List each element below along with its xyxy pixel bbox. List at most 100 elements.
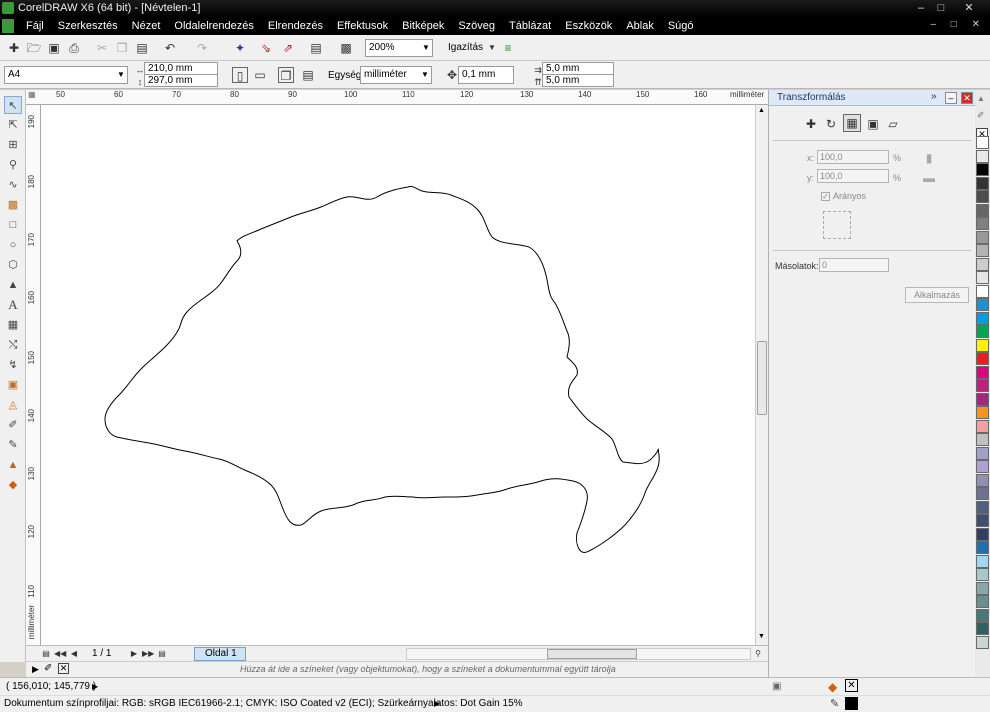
- print-icon[interactable]: ⎙: [66, 40, 82, 56]
- snap-to-label[interactable]: Igazítás: [448, 42, 483, 53]
- copies-input[interactable]: 0: [819, 258, 889, 272]
- palette-swatch[interactable]: [976, 365, 989, 379]
- interactive-fill-tool-icon[interactable]: ◆: [4, 476, 22, 494]
- ellipse-tool-icon[interactable]: ○: [4, 236, 22, 254]
- eyedropper-icon[interactable]: ✐: [44, 663, 52, 674]
- portrait-icon[interactable]: ▯: [232, 67, 248, 83]
- mirror-horizontal-icon[interactable]: ▮: [921, 150, 937, 166]
- palette-swatch[interactable]: [976, 217, 989, 230]
- menu-view[interactable]: Nézet: [132, 20, 161, 32]
- scroll-down-icon[interactable]: ▼: [758, 633, 765, 640]
- palette-swatch[interactable]: [976, 473, 989, 487]
- navigator-icon[interactable]: ⚲: [752, 647, 764, 660]
- palette-swatch[interactable]: [976, 325, 989, 338]
- paste-icon[interactable]: ▤: [134, 40, 150, 56]
- palette-swatch[interactable]: [976, 527, 989, 541]
- fill-tool-icon[interactable]: ▲: [4, 456, 22, 474]
- duplicate-y-input[interactable]: 5,0 mm: [542, 74, 614, 87]
- palette-swatch[interactable]: [976, 311, 989, 325]
- palette-swatch[interactable]: [976, 352, 989, 365]
- drawing-canvas[interactable]: [41, 105, 755, 645]
- anchor-grid[interactable]: [823, 211, 851, 239]
- freehand-tool-icon[interactable]: ∿: [4, 176, 22, 194]
- dimension-tool-icon[interactable]: ⤭: [4, 336, 22, 354]
- outline-color-swatch[interactable]: [845, 697, 858, 710]
- import-icon[interactable]: ⇘: [258, 40, 274, 56]
- palette-swatch[interactable]: [976, 635, 989, 649]
- palette-swatch[interactable]: [976, 338, 989, 352]
- palette-swatch[interactable]: [976, 379, 989, 392]
- maximize-icon[interactable]: □: [932, 1, 950, 15]
- palette-swatch[interactable]: [976, 284, 989, 298]
- document-icon[interactable]: [2, 19, 14, 33]
- menu-window[interactable]: Ablak: [626, 20, 654, 32]
- open-icon[interactable]: 🗁: [26, 40, 42, 56]
- palette-swatch[interactable]: [976, 257, 989, 271]
- menu-edit[interactable]: Szerkesztés: [58, 20, 118, 32]
- palette-swatch[interactable]: [976, 419, 989, 433]
- palette-swatch[interactable]: [976, 230, 989, 244]
- palette-swatch[interactable]: [976, 203, 989, 217]
- chevron-down-icon[interactable]: ▼: [484, 40, 500, 56]
- scale-mirror-icon[interactable]: ▦: [843, 114, 861, 132]
- palette-swatch[interactable]: [976, 271, 989, 284]
- palette-swatch[interactable]: [976, 460, 989, 473]
- color-proof-icon[interactable]: ▣: [772, 681, 781, 692]
- table-tool-icon[interactable]: ▦: [4, 316, 22, 334]
- last-page-icon[interactable]: ▶▶: [142, 647, 154, 660]
- menu-layout[interactable]: Oldalelrendezés: [174, 20, 254, 32]
- export-icon[interactable]: ⇗: [280, 40, 296, 56]
- add-page-after-icon[interactable]: ▤: [156, 647, 168, 660]
- no-fill-indicator[interactable]: ✕: [845, 679, 858, 692]
- menu-arrange[interactable]: Elrendezés: [268, 20, 323, 32]
- palette-swatch[interactable]: [976, 487, 989, 500]
- apply-button[interactable]: Alkalmazás: [905, 287, 969, 303]
- menu-file[interactable]: Fájl: [26, 20, 44, 32]
- menu-table[interactable]: Táblázat: [509, 20, 551, 32]
- zoom-tool-icon[interactable]: ⚲: [4, 156, 22, 174]
- palette-swatch[interactable]: [976, 622, 989, 635]
- eyedropper-tool-icon[interactable]: ✐: [4, 416, 22, 434]
- palette-swatch[interactable]: [976, 500, 989, 514]
- color-profile-text[interactable]: Dokumentum színprofiljai: RGB: sRGB IEC6…: [4, 698, 523, 709]
- double-chevron-icon[interactable]: »: [931, 91, 937, 102]
- profile-menu-icon[interactable]: ▶: [434, 699, 440, 708]
- first-page-icon[interactable]: ◀◀: [54, 647, 66, 660]
- palette-swatch[interactable]: [976, 136, 989, 149]
- redo-icon[interactable]: ↷: [194, 40, 210, 56]
- mirror-vertical-icon[interactable]: ▬: [921, 170, 937, 186]
- close-icon[interactable]: ✕: [960, 1, 978, 15]
- new-icon[interactable]: ✚: [6, 40, 22, 56]
- size-icon[interactable]: ▣: [865, 116, 881, 132]
- palette-scroll-up-icon[interactable]: ▲: [977, 94, 985, 103]
- no-color-icon[interactable]: ✕: [58, 663, 69, 674]
- palette-swatch[interactable]: [976, 392, 989, 406]
- palette-swatch[interactable]: [976, 406, 989, 419]
- palette-swatch[interactable]: [976, 554, 989, 568]
- menu-tools[interactable]: Eszközök: [565, 20, 612, 32]
- scroll-up-icon[interactable]: ▲: [758, 107, 765, 114]
- smart-fill-tool-icon[interactable]: ▩: [4, 196, 22, 214]
- document-palette-bar[interactable]: ▶ ✐ ✕ Húzza át ide a színeket (vagy obje…: [26, 661, 768, 677]
- copy-icon[interactable]: ❐: [114, 40, 130, 56]
- palette-swatch[interactable]: [976, 190, 989, 203]
- proportional-checkbox[interactable]: ✓: [821, 192, 830, 201]
- zoom-level-select[interactable]: 200% ▼: [365, 39, 433, 57]
- palette-swatch[interactable]: [976, 446, 989, 460]
- minimize-icon[interactable]: –: [912, 1, 930, 15]
- map-outline-drawing[interactable]: [41, 105, 755, 645]
- menu-help[interactable]: Súgó: [668, 20, 694, 32]
- palette-swatch[interactable]: [976, 244, 989, 257]
- palette-swatch[interactable]: [976, 568, 989, 581]
- options-icon[interactable]: ≡: [500, 40, 516, 56]
- menu-effects[interactable]: Effektusok: [337, 20, 388, 32]
- next-page-icon[interactable]: ▶: [128, 647, 140, 660]
- text-tool-icon[interactable]: A: [4, 296, 22, 314]
- pick-tool-icon[interactable]: ↖: [4, 96, 22, 114]
- palette-swatch[interactable]: [976, 149, 989, 163]
- ruler-origin-icon[interactable]: ▦: [28, 90, 36, 99]
- menu-bitmaps[interactable]: Bitképek: [402, 20, 444, 32]
- skew-icon[interactable]: ▱: [885, 116, 901, 132]
- rectangle-tool-icon[interactable]: □: [4, 216, 22, 234]
- scale-y-input[interactable]: 100,0: [817, 169, 889, 183]
